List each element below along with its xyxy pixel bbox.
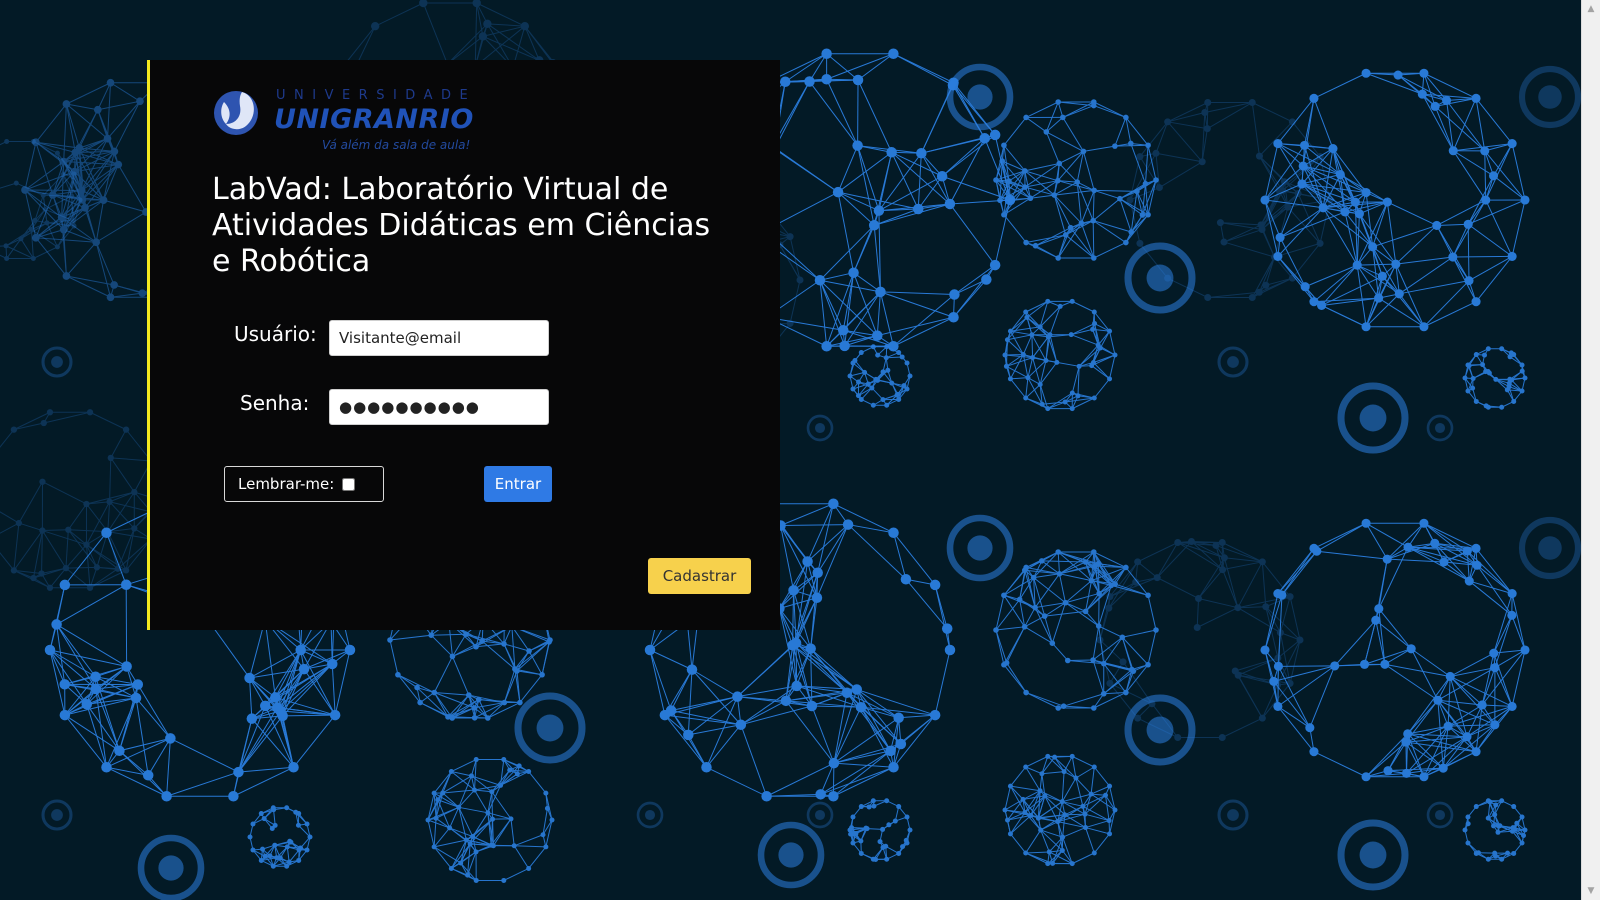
password-input[interactable] xyxy=(329,389,549,425)
university-logo: UNIVERSIDADE UNIGRANRIO Vá além da sala … xyxy=(212,80,474,156)
register-button[interactable]: Cadastrar xyxy=(648,558,751,594)
scroll-up-arrow-icon[interactable]: ▲ xyxy=(1582,0,1600,18)
vertical-scrollbar[interactable]: ▲ ▼ xyxy=(1581,0,1600,900)
password-label: Senha: xyxy=(240,391,310,415)
remember-me-group[interactable]: Lembrar-me: xyxy=(224,466,384,502)
logo-university-word: UNIVERSIDADE xyxy=(276,88,477,103)
logo-university-name: UNIGRANRIO xyxy=(274,104,474,135)
scroll-down-arrow-icon[interactable]: ▼ xyxy=(1582,882,1600,900)
logo-tagline: Vá além da sala de aula! xyxy=(322,138,471,152)
unigranrio-logo-icon xyxy=(214,91,258,135)
login-card: UNIVERSIDADE UNIGRANRIO Vá além da sala … xyxy=(147,60,780,630)
username-label: Usuário: xyxy=(234,322,317,346)
login-button[interactable]: Entrar xyxy=(484,466,552,502)
page-title: LabVad: Laboratório Virtual de Atividade… xyxy=(212,172,711,279)
remember-me-checkbox[interactable] xyxy=(342,477,356,491)
remember-me-label: Lembrar-me: xyxy=(238,475,335,493)
username-input[interactable] xyxy=(329,320,549,356)
